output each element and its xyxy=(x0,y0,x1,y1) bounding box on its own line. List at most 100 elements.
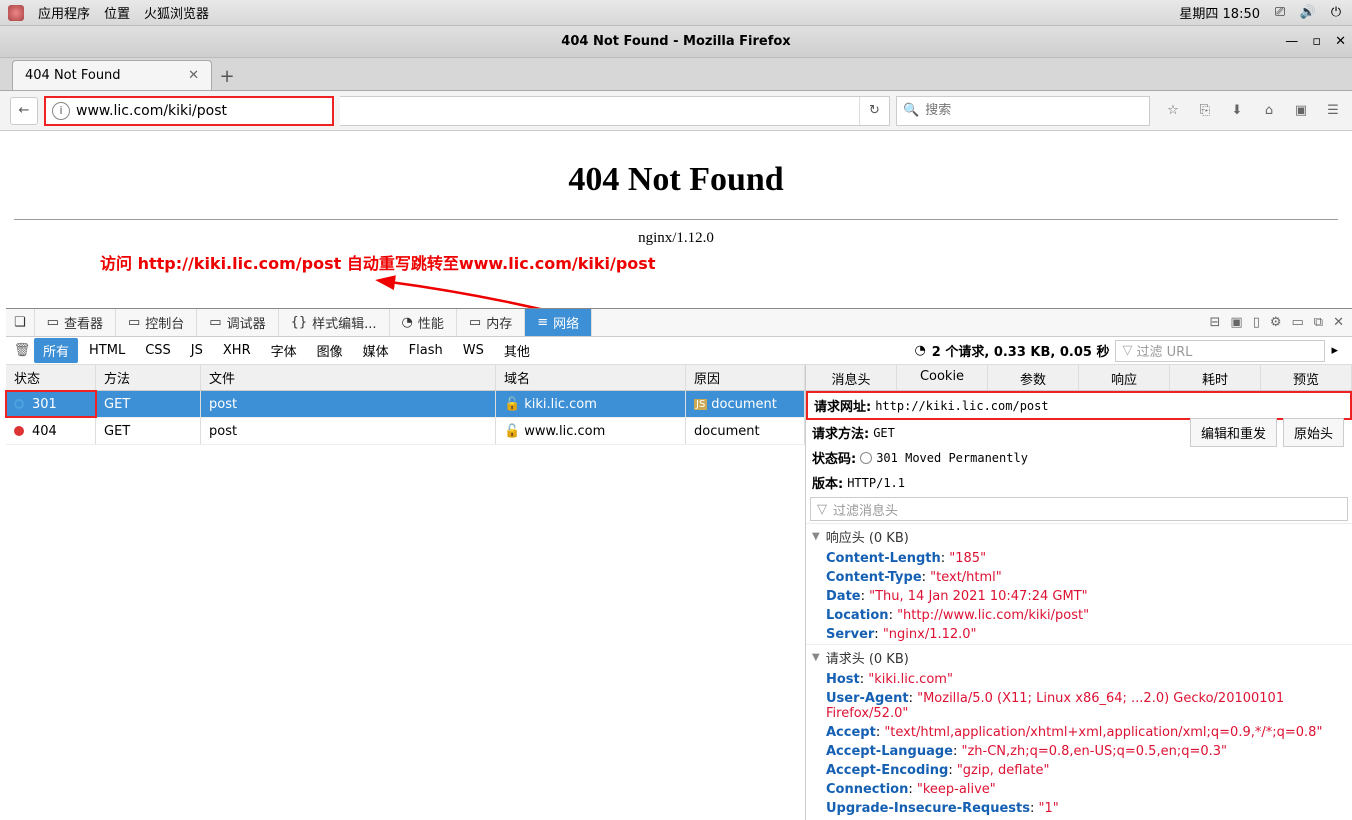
header-line: Accept-Language: "zh-CN,zh;q=0.8,en-US;q… xyxy=(806,742,1352,761)
col-domain[interactable]: 域名 xyxy=(496,365,686,390)
filter-js[interactable]: JS xyxy=(182,340,212,361)
server-line: nginx/1.12.0 xyxy=(14,230,1338,247)
funnel-icon: ▽ xyxy=(817,502,827,517)
status-dot-icon xyxy=(14,426,24,436)
filter-html[interactable]: HTML xyxy=(80,340,134,361)
response-headers-section[interactable]: ▼ 响应头 (0 KB) xyxy=(806,523,1352,549)
devtools-picker-icon[interactable]: ❏ xyxy=(6,309,35,336)
request-row[interactable]: 404 GET post 🔓www.lic.com document xyxy=(6,418,805,445)
tab-network[interactable]: ≡ 网络 xyxy=(525,309,592,336)
detail-tab-headers[interactable]: 消息头 xyxy=(806,365,897,390)
library-icon[interactable]: ⎘ xyxy=(1196,103,1214,118)
request-headers-section[interactable]: ▼ 请求头 (0 KB) xyxy=(806,644,1352,670)
request-row[interactable]: 301 GET post 🔓kiki.lic.com JSdocument xyxy=(6,391,805,418)
search-box[interactable]: 🔍 xyxy=(896,96,1150,126)
detail-tab-response[interactable]: 响应 xyxy=(1079,365,1170,390)
clock: 星期四 18:50 xyxy=(1179,3,1260,22)
window-title: 404 Not Found - Mozilla Firefox xyxy=(561,34,790,49)
reload-button[interactable]: ↻ xyxy=(859,97,889,125)
chevron-down-icon: ▼ xyxy=(812,531,820,542)
split-icon[interactable]: ⊟ xyxy=(1209,315,1220,330)
perf-icon[interactable]: ◔ xyxy=(914,343,925,358)
toggle-icon[interactable]: ▸ xyxy=(1331,343,1338,358)
filter-media[interactable]: 媒体 xyxy=(354,338,398,363)
detail-tab-preview[interactable]: 预览 xyxy=(1261,365,1352,390)
filter-headers-input[interactable]: ▽ 过滤消息头 xyxy=(810,497,1348,521)
search-icon: 🔍 xyxy=(903,103,919,118)
pocket-icon[interactable]: ▣ xyxy=(1292,103,1310,118)
edit-resend-button[interactable]: 编辑和重发 xyxy=(1190,418,1277,447)
filter-font[interactable]: 字体 xyxy=(262,338,306,363)
header-line: User-Agent: "Mozilla/5.0 (X11; Linux x86… xyxy=(806,689,1352,723)
filter-ws[interactable]: WS xyxy=(454,340,493,361)
filter-flash[interactable]: Flash xyxy=(400,340,452,361)
bookmark-star-icon[interactable]: ☆ xyxy=(1164,103,1182,118)
filter-xhr[interactable]: XHR xyxy=(214,340,260,361)
filter-other[interactable]: 其他 xyxy=(495,338,539,363)
home-icon[interactable]: ⌂ xyxy=(1260,103,1278,118)
col-file[interactable]: 文件 xyxy=(201,365,496,390)
col-method[interactable]: 方法 xyxy=(96,365,201,390)
status-code-line: 状态码: 301 Moved Permanently xyxy=(806,445,1352,470)
tab-memory[interactable]: ▭ 内存 xyxy=(457,309,525,336)
search-input[interactable] xyxy=(925,103,1143,118)
new-tab-button[interactable]: + xyxy=(212,62,242,90)
filter-img[interactable]: 图像 xyxy=(308,338,352,363)
header-line: Host: "kiki.lic.com" xyxy=(806,670,1352,689)
popout-icon[interactable]: ⧉ xyxy=(1314,315,1323,330)
tab-bar: 404 Not Found ✕ + xyxy=(0,58,1352,91)
devtools-close-icon[interactable]: ✕ xyxy=(1333,315,1344,330)
filter-css[interactable]: CSS xyxy=(136,340,180,361)
site-info-icon[interactable]: i xyxy=(52,102,70,120)
hamburger-menu-icon[interactable]: ☰ xyxy=(1324,103,1342,118)
downloads-icon[interactable]: ⬇ xyxy=(1228,103,1246,118)
tab-inspector[interactable]: ▭ 查看器 xyxy=(35,309,116,336)
minimize-button[interactable]: — xyxy=(1285,34,1298,49)
header-line: Accept: "text/html,application/xhtml+xml… xyxy=(806,723,1352,742)
header-line: Content-Type: "text/html" xyxy=(806,568,1352,587)
filter-url-input[interactable]: ▽ 过滤 URL xyxy=(1115,340,1325,362)
annotation-text: 访问 http://kiki.lic.com/post 自动重写跳转至www.l… xyxy=(100,250,655,274)
network-icon[interactable]: ⎚ xyxy=(1272,5,1288,21)
tab-style-editor[interactable]: {} 样式编辑... xyxy=(279,309,390,336)
request-summary: 2 个请求, 0.33 KB, 0.05 秒 xyxy=(932,341,1110,360)
frames-icon[interactable]: ▣ xyxy=(1230,315,1242,330)
detail-tab-timing[interactable]: 耗时 xyxy=(1170,365,1261,390)
maximize-button[interactable]: ▫ xyxy=(1312,34,1321,49)
clear-icon[interactable]: 🗑 xyxy=(12,343,32,358)
version-line: 版本: HTTP/1.1 xyxy=(806,470,1352,495)
request-list-header: 状态 方法 文件 域名 原因 xyxy=(6,365,805,391)
header-line: Server: "nginx/1.12.0" xyxy=(806,625,1352,644)
settings-icon[interactable]: ⚙ xyxy=(1270,315,1282,330)
col-status[interactable]: 状态 xyxy=(6,365,96,390)
close-button[interactable]: ✕ xyxy=(1335,34,1346,49)
col-reason[interactable]: 原因 xyxy=(686,365,805,390)
header-line: Location: "http://www.lic.com/kiki/post" xyxy=(806,606,1352,625)
window-title-bar: 404 Not Found - Mozilla Firefox — ▫ ✕ xyxy=(0,26,1352,58)
responsive-icon[interactable]: ▯ xyxy=(1253,315,1260,330)
page-title: 404 Not Found xyxy=(14,161,1338,199)
filter-all[interactable]: 所有 xyxy=(34,338,78,363)
header-line: Accept-Encoding: "gzip, deflate" xyxy=(806,761,1352,780)
menu-applications[interactable]: 应用程序 xyxy=(38,3,90,22)
tab-console[interactable]: ▭ 控制台 xyxy=(116,309,197,336)
devtools-panel: ❏ ▭ 查看器 ▭ 控制台 ▭ 调试器 {} 样式编辑... ◔ 性能 ▭ 内存… xyxy=(6,308,1352,820)
tab-performance[interactable]: ◔ 性能 xyxy=(390,309,457,336)
tab-close-icon[interactable]: ✕ xyxy=(188,68,199,83)
url-bar-highlighted[interactable]: i xyxy=(44,96,334,126)
funnel-icon: ▽ xyxy=(1122,343,1132,358)
menu-places[interactable]: 位置 xyxy=(104,3,130,22)
tab-debugger[interactable]: ▭ 调试器 xyxy=(197,309,278,336)
menu-firefox[interactable]: 火狐浏览器 xyxy=(144,3,209,22)
dock-icon[interactable]: ▭ xyxy=(1292,315,1304,330)
detail-tab-params[interactable]: 参数 xyxy=(988,365,1079,390)
back-button[interactable]: ← xyxy=(10,97,38,125)
header-line: Upgrade-Insecure-Requests: "1" xyxy=(806,799,1352,818)
detail-tab-cookies[interactable]: Cookie xyxy=(897,365,988,390)
url-input[interactable] xyxy=(76,103,326,119)
raw-headers-button[interactable]: 原始头 xyxy=(1283,418,1344,447)
power-icon[interactable]: ⏻ xyxy=(1328,5,1344,21)
browser-tab[interactable]: 404 Not Found ✕ xyxy=(12,60,212,90)
volume-icon[interactable]: 🔊 xyxy=(1300,5,1316,21)
js-badge-icon: JS xyxy=(694,399,707,410)
